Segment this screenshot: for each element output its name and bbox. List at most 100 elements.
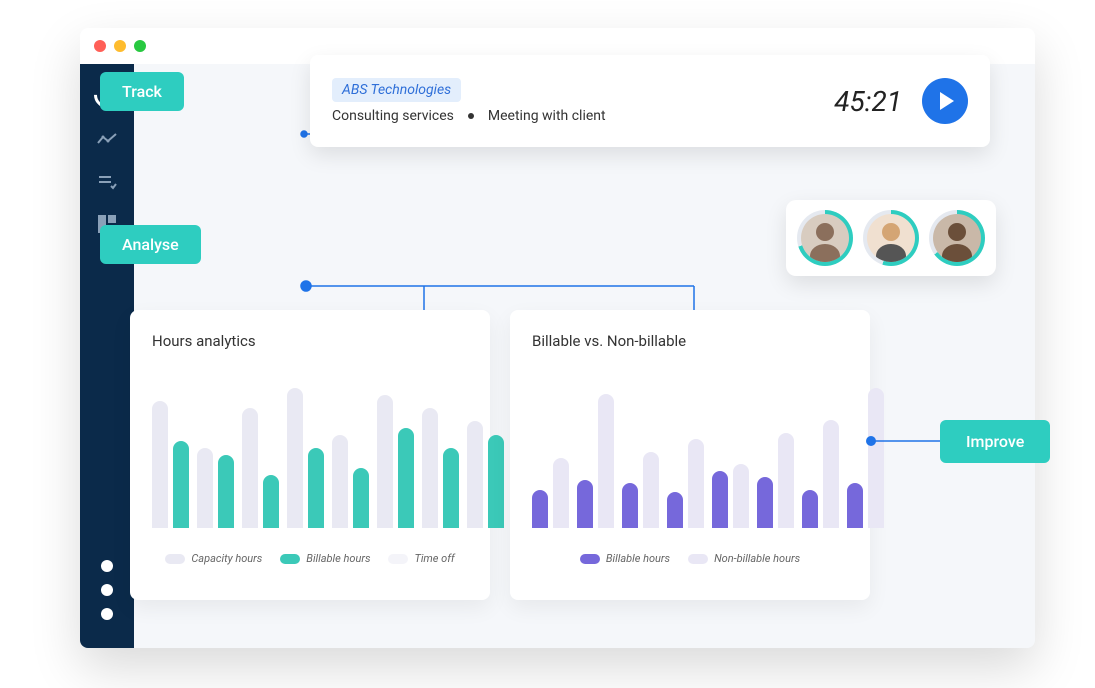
dot-icon <box>101 584 113 596</box>
avatar <box>933 214 981 262</box>
project-tag[interactable]: ABS Technologies <box>332 78 461 102</box>
billable-bar <box>847 483 863 528</box>
improve-badge: Improve <box>940 420 1050 463</box>
non-billable-bar <box>823 420 839 528</box>
timer-description: Consulting services Meeting with client <box>332 108 834 124</box>
legend-swatch-icon <box>165 554 185 564</box>
billable-bars <box>532 378 848 528</box>
billable-bar <box>622 483 638 528</box>
legend-swatch-icon <box>280 554 300 564</box>
play-button[interactable] <box>922 78 968 124</box>
capacity-bar <box>242 408 258 528</box>
legend-item: Billable hours <box>280 552 370 565</box>
bar-group <box>802 420 839 528</box>
capacity-bar <box>467 421 483 528</box>
legend-label: Billable hours <box>606 552 670 565</box>
legend-item: Capacity hours <box>165 552 262 565</box>
timer-card: ABS Technologies Consulting services Mee… <box>310 55 990 147</box>
non-billable-bar <box>688 439 704 528</box>
bar-group <box>577 394 614 528</box>
capacity-bar <box>287 388 303 528</box>
capacity-bar <box>422 408 438 528</box>
window-minimize-button[interactable] <box>114 40 126 52</box>
legend-swatch-icon <box>580 554 600 564</box>
tasks-nav-icon[interactable] <box>97 172 117 192</box>
legend-label: Non-billable hours <box>714 552 800 565</box>
non-billable-bar <box>598 394 614 528</box>
legend-item: Time off <box>388 552 454 565</box>
billable-bar <box>802 490 818 528</box>
legend-item: Non-billable hours <box>688 552 800 565</box>
billable-bar <box>353 468 369 528</box>
bar-group <box>287 388 324 528</box>
bar-group <box>712 464 749 528</box>
avatar <box>867 214 915 262</box>
dot-icon <box>101 560 113 572</box>
separator-dot-icon <box>468 113 474 119</box>
avatar-progress-ring[interactable] <box>797 210 853 266</box>
hours-analytics-card: Hours analytics Capacity hours Billable … <box>130 310 490 600</box>
avatar-progress-ring[interactable] <box>929 210 985 266</box>
chart-title: Billable vs. Non-billable <box>532 332 848 350</box>
window-maximize-button[interactable] <box>134 40 146 52</box>
window-close-button[interactable] <box>94 40 106 52</box>
billable-bar <box>263 475 279 528</box>
bar-group <box>622 452 659 528</box>
legend-swatch-icon <box>388 554 408 564</box>
billable-bar <box>667 492 683 528</box>
track-badge: Track <box>100 72 184 111</box>
sidebar <box>80 64 134 648</box>
capacity-bar <box>332 435 348 528</box>
capacity-bar <box>377 395 393 528</box>
billable-bar <box>757 477 773 528</box>
non-billable-bar <box>643 452 659 528</box>
task-name: Consulting services <box>332 108 454 124</box>
team-avatars-card <box>786 200 996 276</box>
bar-group <box>757 433 794 528</box>
avatar <box>801 214 849 262</box>
billable-card: Billable vs. Non-billable Billable hours… <box>510 310 870 600</box>
bar-group <box>152 401 189 528</box>
non-billable-bar <box>868 388 884 528</box>
billable-bar <box>488 435 504 528</box>
bar-group <box>377 395 414 528</box>
bar-group <box>242 408 279 528</box>
billable-bar <box>532 490 548 528</box>
billable-bar <box>173 441 189 528</box>
non-billable-bar <box>778 433 794 528</box>
non-billable-bar <box>553 458 569 528</box>
bar-group <box>332 435 369 528</box>
analyse-badge: Analyse <box>100 225 201 264</box>
capacity-bar <box>152 401 168 528</box>
bar-group <box>422 408 459 528</box>
chart-title: Hours analytics <box>152 332 468 350</box>
capacity-bar <box>197 448 213 528</box>
avatar-progress-ring[interactable] <box>863 210 919 266</box>
legend-item: Billable hours <box>580 552 670 565</box>
bar-group <box>467 421 504 528</box>
legend-label: Capacity hours <box>191 552 262 565</box>
dot-icon <box>101 608 113 620</box>
legend-label: Time off <box>414 552 454 565</box>
play-icon <box>940 92 954 110</box>
legend-label: Billable hours <box>306 552 370 565</box>
bar-group <box>667 439 704 528</box>
hours-legend: Capacity hours Billable hours Time off <box>152 552 468 565</box>
elapsed-time: 45:21 <box>834 85 902 118</box>
billable-bar <box>308 448 324 528</box>
hours-bars <box>152 378 468 528</box>
billable-bar <box>218 455 234 528</box>
subtask-name: Meeting with client <box>488 108 606 124</box>
billable-bar <box>712 471 728 528</box>
non-billable-bar <box>733 464 749 528</box>
legend-swatch-icon <box>688 554 708 564</box>
billable-legend: Billable hours Non-billable hours <box>532 552 848 565</box>
billable-bar <box>398 428 414 528</box>
timer-info: ABS Technologies Consulting services Mee… <box>332 78 834 124</box>
analytics-nav-icon[interactable] <box>97 130 117 150</box>
bar-group <box>847 388 884 528</box>
sidebar-more-dots[interactable] <box>101 560 113 620</box>
billable-bar <box>443 448 459 528</box>
bar-group <box>197 448 234 528</box>
bar-group <box>532 458 569 528</box>
